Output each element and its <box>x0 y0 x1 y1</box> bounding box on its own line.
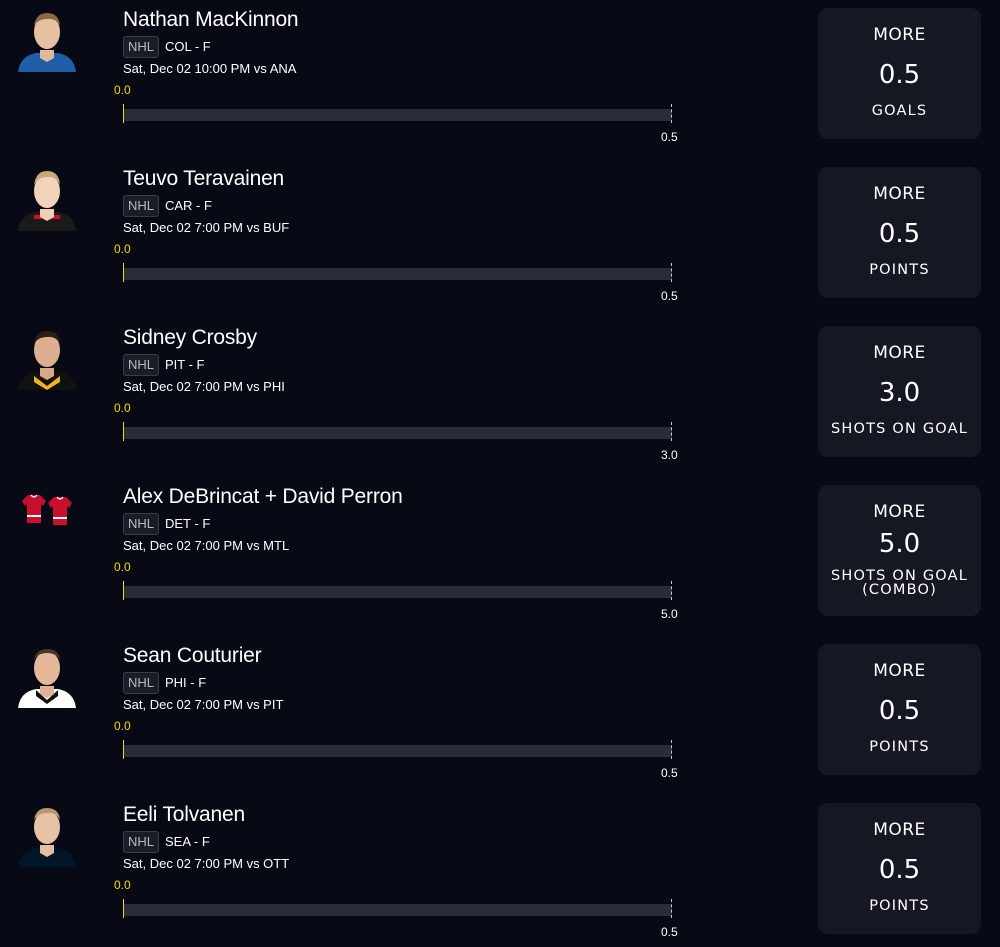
team-position: PHI - F <box>165 675 207 690</box>
target-value: 0.5 <box>661 289 678 303</box>
game-info: Sat, Dec 02 7:00 PM vs OTT <box>123 856 290 871</box>
jersey-icon <box>14 483 80 549</box>
projection-row[interactable]: Eeli Tolvanen NHL SEA - F Sat, Dec 02 7:… <box>0 795 1000 947</box>
league-badge: NHL <box>123 672 160 694</box>
league-badge: NHL <box>123 36 160 58</box>
target-value: 5.0 <box>661 607 678 621</box>
target-marker <box>671 104 672 123</box>
team-position: DET - F <box>165 516 211 531</box>
current-marker <box>123 899 124 918</box>
game-info: Sat, Dec 02 7:00 PM vs PHI <box>123 379 285 394</box>
target-marker <box>671 581 672 600</box>
pick-direction: MORE <box>873 25 926 45</box>
pick-card[interactable]: MORE 0.5 POINTS <box>818 167 981 298</box>
pick-card[interactable]: MORE 0.5 POINTS <box>818 803 981 934</box>
pick-line: 0.5 <box>878 219 921 249</box>
pick-stat: SHOTS ON GOAL <box>830 421 969 437</box>
target-value: 0.5 <box>661 925 678 939</box>
pick-line: 0.5 <box>878 60 921 90</box>
team-position: CAR - F <box>165 198 212 213</box>
current-marker <box>123 263 124 282</box>
pick-stat: GOALS <box>871 103 928 119</box>
pick-card[interactable]: MORE 0.5 POINTS <box>818 644 981 775</box>
projection-row[interactable]: Sidney Crosby NHL PIT - F Sat, Dec 02 7:… <box>0 318 1000 477</box>
player-name[interactable]: Eeli Tolvanen <box>123 803 245 827</box>
player-name[interactable]: Alex DeBrincat + David Perron <box>123 485 403 509</box>
pick-stat: POINTS <box>869 739 930 755</box>
team-position: SEA - F <box>165 834 210 849</box>
pick-stat-name: SHOTS ON GOAL <box>830 568 969 584</box>
pick-line: 0.5 <box>878 855 921 885</box>
progress-track <box>123 109 672 121</box>
pick-stat: POINTS <box>869 898 930 914</box>
projection-row[interactable]: Teuvo Teravainen NHL CAR - F Sat, Dec 02… <box>0 159 1000 318</box>
current-marker <box>123 581 124 600</box>
target-value: 0.5 <box>661 130 678 144</box>
game-info: Sat, Dec 02 7:00 PM vs PIT <box>123 697 284 712</box>
current-value: 0.0 <box>114 560 131 574</box>
target-marker <box>671 263 672 282</box>
pick-direction: MORE <box>873 343 926 363</box>
player-headshot <box>14 642 80 708</box>
current-marker <box>123 740 124 759</box>
pick-direction: MORE <box>873 502 926 522</box>
target-marker <box>671 422 672 441</box>
pick-line: 5.0 <box>878 529 921 559</box>
player-name[interactable]: Sidney Crosby <box>123 326 257 350</box>
pick-stat: POINTS <box>869 262 930 278</box>
projection-list: Nathan MacKinnon NHL COL - F Sat, Dec 02… <box>0 0 1000 947</box>
current-value: 0.0 <box>114 401 131 415</box>
projection-row[interactable]: Alex DeBrincat + David Perron NHL DET - … <box>0 477 1000 636</box>
league-badge: NHL <box>123 354 160 376</box>
game-info: Sat, Dec 02 7:00 PM vs MTL <box>123 538 290 553</box>
player-name[interactable]: Sean Couturier <box>123 644 262 668</box>
progress-track <box>123 268 672 280</box>
player-headshot <box>14 165 80 231</box>
progress-track <box>123 427 672 439</box>
current-value: 0.0 <box>114 878 131 892</box>
player-headshot <box>14 801 80 867</box>
target-value: 0.5 <box>661 766 678 780</box>
league-badge: NHL <box>123 513 160 535</box>
team-position: COL - F <box>165 39 211 54</box>
player-name[interactable]: Teuvo Teravainen <box>123 167 284 191</box>
pick-direction: MORE <box>873 661 926 681</box>
progress-track <box>123 586 672 598</box>
current-marker <box>123 104 124 123</box>
league-badge: NHL <box>123 831 160 853</box>
target-marker <box>671 899 672 918</box>
player-name[interactable]: Nathan MacKinnon <box>123 8 299 32</box>
player-headshot <box>14 6 80 72</box>
league-badge: NHL <box>123 195 160 217</box>
pick-stat-qualifier: (COMBO) <box>862 582 937 598</box>
pick-stat: SHOTS ON GOAL (COMBO) <box>818 568 981 598</box>
pick-line: 3.0 <box>878 378 921 408</box>
pick-direction: MORE <box>873 184 926 204</box>
progress-track <box>123 745 672 757</box>
game-info: Sat, Dec 02 10:00 PM vs ANA <box>123 61 297 76</box>
current-marker <box>123 422 124 441</box>
target-value: 3.0 <box>661 448 678 462</box>
projection-row[interactable]: Sean Couturier NHL PHI - F Sat, Dec 02 7… <box>0 636 1000 795</box>
target-marker <box>671 740 672 759</box>
projection-row[interactable]: Nathan MacKinnon NHL COL - F Sat, Dec 02… <box>0 0 1000 159</box>
pick-card[interactable]: MORE 5.0 SHOTS ON GOAL (COMBO) <box>818 485 981 616</box>
current-value: 0.0 <box>114 242 131 256</box>
pick-direction: MORE <box>873 820 926 840</box>
current-value: 0.0 <box>114 83 131 97</box>
game-info: Sat, Dec 02 7:00 PM vs BUF <box>123 220 290 235</box>
team-position: PIT - F <box>165 357 205 372</box>
current-value: 0.0 <box>114 719 131 733</box>
player-headshot <box>14 324 80 390</box>
pick-card[interactable]: MORE 0.5 GOALS <box>818 8 981 139</box>
progress-track <box>123 904 672 916</box>
pick-line: 0.5 <box>878 696 921 726</box>
pick-card[interactable]: MORE 3.0 SHOTS ON GOAL <box>818 326 981 457</box>
